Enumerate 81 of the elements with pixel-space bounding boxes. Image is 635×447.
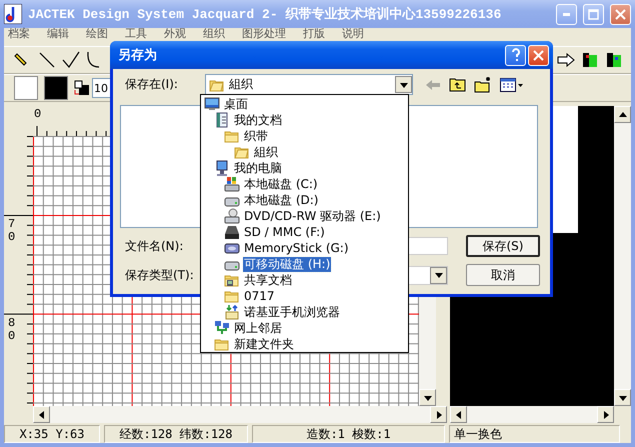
- tool-icon[interactable]: [605, 51, 623, 69]
- menu-item[interactable]: 绘图: [86, 28, 108, 40]
- window-title: JACTEK Design System Jacquard 2- 织带专业技术培训中心13599226136: [28, 6, 502, 23]
- dialog-title: 另存为: [118, 47, 158, 64]
- cd-drive-icon: [224, 208, 240, 224]
- foreground-color-swatch[interactable]: [44, 76, 68, 100]
- help-button[interactable]: [505, 44, 526, 66]
- location-item[interactable]: 本地磁盘 (C:): [243, 176, 319, 192]
- status-text: 造数:1 梭数:1: [252, 425, 445, 443]
- vertical-scrollbar[interactable]: [614, 106, 631, 406]
- status-text: X:35 Y:63: [4, 425, 100, 443]
- line-icon[interactable]: [38, 51, 56, 69]
- scroll-right-icon: [434, 410, 442, 418]
- save-in-dropdown[interactable]: 組织: [205, 74, 413, 95]
- polyline-icon[interactable]: [62, 51, 80, 69]
- ruler-label: 70: [8, 218, 16, 244]
- menu-item[interactable]: 编辑: [47, 28, 69, 40]
- location-item[interactable]: 共享文档: [243, 272, 293, 288]
- dropdown-arrow-icon: [400, 80, 408, 88]
- location-item[interactable]: 我的文档: [233, 112, 283, 128]
- filename-label: 文件名(N):: [124, 238, 184, 254]
- close-icon: [615, 8, 626, 20]
- save-button[interactable]: 保存(S): [466, 235, 540, 257]
- horizontal-scrollbar[interactable]: [450, 406, 614, 423]
- scroll-right-icon: [602, 410, 610, 418]
- dropdown-arrow-icon: [434, 271, 442, 279]
- minimize-icon: [563, 12, 570, 16]
- close-button[interactable]: [610, 4, 631, 24]
- scroll-down-icon: [618, 394, 626, 402]
- location-item[interactable]: 桌面: [223, 96, 249, 112]
- up-folder-icon[interactable]: [449, 77, 466, 92]
- swap-colors-icon[interactable]: [74, 80, 90, 96]
- location-item[interactable]: 可移动磁盘 (H:): [243, 256, 332, 272]
- location-item[interactable]: 0717: [243, 288, 276, 304]
- location-item[interactable]: 我的电脑: [233, 160, 283, 176]
- menu-item[interactable]: 说明: [342, 28, 364, 40]
- location-item[interactable]: 网上邻居: [233, 320, 283, 336]
- location-item[interactable]: MemoryStick (G:): [243, 240, 350, 256]
- menu-item[interactable]: 组织: [203, 28, 225, 40]
- status-text: 单一换色: [449, 425, 620, 443]
- close-button[interactable]: [528, 44, 549, 66]
- curve-icon[interactable]: [86, 51, 100, 69]
- tool-icon[interactable]: [581, 51, 599, 69]
- new-folder-icon[interactable]: [474, 76, 492, 92]
- menu-item[interactable]: 工具: [125, 28, 147, 40]
- network-icon: [214, 320, 230, 336]
- ruler-label: 0: [34, 108, 42, 122]
- save-in-label: 保存在(I):: [124, 76, 179, 93]
- app-logo-icon: [4, 4, 22, 24]
- horizontal-scrollbar[interactable]: [33, 406, 447, 423]
- location-item[interactable]: 织带: [243, 128, 269, 144]
- computer-icon: [214, 160, 230, 176]
- desktop-icon: [204, 96, 220, 112]
- status-text: 经数:128 纬数:128: [104, 425, 248, 443]
- location-item[interactable]: DVD/CD-RW 驱动器 (E:): [243, 208, 382, 224]
- close-icon: [533, 50, 544, 60]
- scroll-up-icon: [618, 110, 626, 118]
- phone-folder-icon: [224, 304, 240, 320]
- ruler-label: 80: [8, 317, 16, 344]
- help-icon: [510, 48, 520, 62]
- menu-item[interactable]: 打版: [303, 28, 325, 40]
- scroll-left-icon: [454, 410, 462, 418]
- location-item[interactable]: 本地磁盘 (D:): [243, 192, 320, 208]
- card-reader-icon: [224, 224, 240, 240]
- menu-item[interactable]: 外观: [164, 28, 186, 40]
- scroll-left-icon: [38, 410, 46, 418]
- documents-icon: [214, 112, 230, 128]
- drive-icon: [224, 176, 240, 192]
- maximize-icon: [588, 8, 599, 20]
- arrow-right-icon[interactable]: [557, 53, 575, 67]
- menu-item[interactable]: 档案: [8, 28, 30, 40]
- cancel-button[interactable]: 取消: [466, 264, 540, 286]
- view-menu-icon[interactable]: [500, 78, 524, 92]
- location-item[interactable]: 新建文件夹: [233, 336, 295, 352]
- menu-item[interactable]: 图形处理: [242, 28, 286, 40]
- location-item[interactable]: 組织: [253, 144, 279, 160]
- location-item[interactable]: SD / MMC (F:): [243, 224, 326, 240]
- location-item[interactable]: 诺基亚手机浏览器: [243, 304, 341, 320]
- scroll-down-icon: [424, 394, 432, 402]
- background-color-swatch[interactable]: [14, 76, 38, 100]
- file-type-label: 保存类型(T):: [124, 266, 195, 284]
